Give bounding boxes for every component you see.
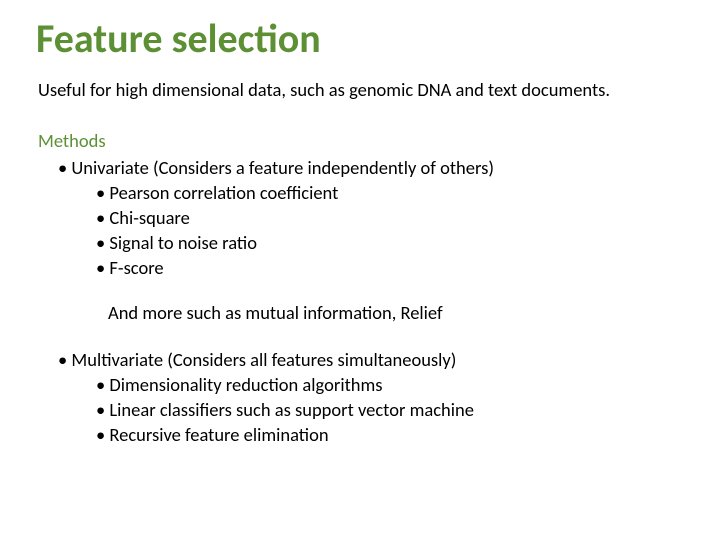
univariate-list: Pearson correlation coefficient Chi-squa… <box>96 181 684 279</box>
multivariate-heading: Multivariate (Considers all features sim… <box>58 348 684 371</box>
page-title: Feature selection <box>36 18 684 60</box>
slide: Feature selection Useful for high dimens… <box>0 0 720 540</box>
multivariate-list: Dimensionality reduction algorithms Line… <box>96 373 684 446</box>
and-more-text: And more such as mutual information, Rel… <box>108 301 684 324</box>
list-item: Dimensionality reduction algorithms <box>96 373 684 396</box>
list-item: Linear classifiers such as support vecto… <box>96 398 684 421</box>
list-item: Recursive feature elimination <box>96 423 684 446</box>
list-item: Chi-square <box>96 206 684 229</box>
methods-label: Methods <box>38 129 684 152</box>
intro-text: Useful for high dimensional data, such a… <box>38 78 684 101</box>
univariate-heading: Univariate (Considers a feature independ… <box>58 156 684 179</box>
list-item: F-score <box>96 256 684 279</box>
list-item: Pearson correlation coefficient <box>96 181 684 204</box>
list-item: Signal to noise ratio <box>96 231 684 254</box>
multivariate-block: Multivariate (Considers all features sim… <box>58 348 684 446</box>
univariate-block: Univariate (Considers a feature independ… <box>58 156 684 279</box>
